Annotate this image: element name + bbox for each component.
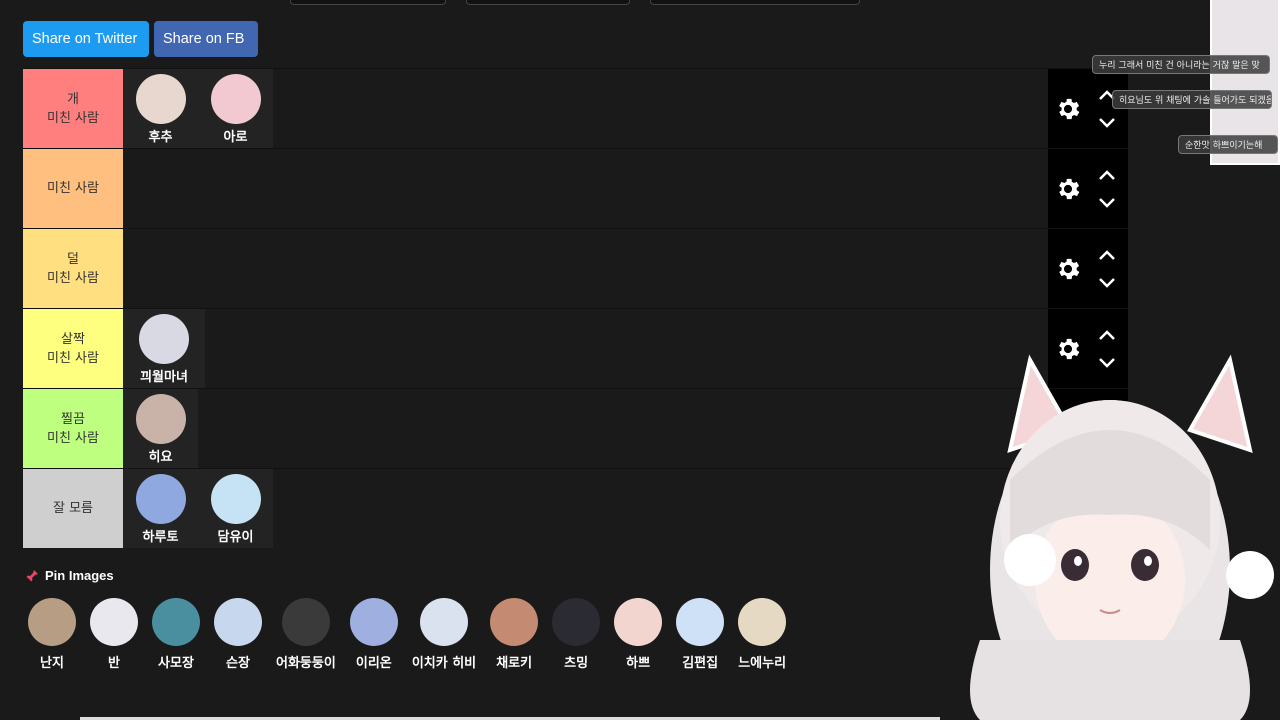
vtuber-avatar-image xyxy=(970,354,1274,720)
chat-overlay: 누리 그래서 미친 건 아니라는 거잖 말은 맞히요님도 위 채팅에 가솔 들어… xyxy=(1090,0,1280,170)
pin-image-name: 이치카 히비 xyxy=(411,656,477,671)
avatar xyxy=(28,598,76,646)
pin-image-item[interactable]: 츠밍 xyxy=(552,598,601,671)
avatar xyxy=(349,598,398,646)
tier-label[interactable]: 찔끔 미친 사람 xyxy=(23,389,123,468)
pin-image-item[interactable]: 슨장 xyxy=(214,598,262,671)
tier-row: 개 미친 사람후추 아로 xyxy=(23,68,1128,148)
avatar xyxy=(135,74,186,124)
pin-image-name: 하쁘 xyxy=(626,656,651,671)
share-fb-button[interactable]: Share on FB xyxy=(154,21,258,57)
avatar xyxy=(214,598,262,646)
avatar xyxy=(90,598,138,646)
pin-image-name: 어화둥둥이 xyxy=(276,656,336,671)
tier-drop-zone[interactable]: 히요 xyxy=(123,389,1048,468)
chat-message: 누리 그래서 미친 건 아니라는 거잖 말은 맞 xyxy=(1092,55,1270,74)
pin-image-name: 난지 xyxy=(40,656,64,671)
gear-icon[interactable] xyxy=(1054,255,1082,283)
avatar xyxy=(614,598,663,646)
pin-image-item[interactable]: 느에누리 xyxy=(738,598,787,671)
tier-item-name: 후추 xyxy=(148,130,173,145)
top-tab[interactable] xyxy=(290,0,446,5)
top-tab[interactable] xyxy=(650,0,860,5)
tier-item-name: 담유이 xyxy=(217,530,254,545)
chevron-down-icon[interactable] xyxy=(1098,277,1116,289)
tier-row: 미친 사람 xyxy=(23,148,1128,228)
tier-item-name: 아로 xyxy=(223,130,248,145)
gear-icon[interactable] xyxy=(1054,95,1082,123)
tier-item[interactable]: 끠월마녀 xyxy=(123,309,205,388)
tier-drop-zone[interactable]: 후추 아로 xyxy=(123,69,1048,148)
chevron-down-icon[interactable] xyxy=(1098,197,1116,209)
pin-image-name: 이리온 xyxy=(355,656,392,671)
pin-image-item[interactable]: 난지 xyxy=(28,598,76,671)
tier-row: 덜 미친 사람 xyxy=(23,228,1128,308)
pin-image-item[interactable]: 이리온 xyxy=(349,598,398,671)
chat-message: 순한맛 하쁘이기는해 xyxy=(1178,135,1278,154)
pin-image-name: 김편집 xyxy=(682,656,719,671)
share-twitter-button[interactable]: Share on Twitter xyxy=(23,21,149,57)
tier-label[interactable]: 개 미친 사람 xyxy=(23,69,123,148)
tier-item-name: 끠월마녀 xyxy=(140,370,188,385)
avatar xyxy=(152,598,200,646)
pin-image-name: 슨장 xyxy=(226,656,250,671)
tier-label[interactable]: 덜 미친 사람 xyxy=(23,229,123,308)
pin-image-item[interactable]: 이치카 히비 xyxy=(412,598,476,671)
pin-image-item[interactable]: 김편집 xyxy=(676,598,725,671)
pin-images-title: Pin Images xyxy=(45,568,114,583)
tier-label[interactable]: 잘 모름 xyxy=(23,469,123,548)
avatar xyxy=(419,598,468,646)
tier-label[interactable]: 미친 사람 xyxy=(23,149,123,228)
avatar xyxy=(738,598,787,646)
pin-image-item[interactable]: 사모장 xyxy=(152,598,200,671)
chat-message: 히요님도 위 채팅에 가솔 들어가도 되겠음 xyxy=(1112,90,1272,109)
avatar xyxy=(139,314,189,364)
avatar xyxy=(676,598,725,646)
avatar xyxy=(281,598,330,646)
gear-icon[interactable] xyxy=(1054,175,1082,203)
pin-image-name: 반 xyxy=(108,656,120,671)
pin-image-item[interactable]: 하쁘 xyxy=(614,598,663,671)
avatar xyxy=(210,474,261,524)
chevron-up-icon[interactable] xyxy=(1098,249,1116,261)
avatar xyxy=(135,474,186,524)
pin-image-name: 채로키 xyxy=(496,656,533,671)
avatar xyxy=(210,74,261,124)
tier-drop-zone[interactable]: 하루토 담유이 xyxy=(123,469,1048,548)
pin-image-name: 츠밍 xyxy=(564,656,589,671)
pin-icon xyxy=(26,569,38,582)
tier-item[interactable]: 하루토 xyxy=(123,469,198,548)
tier-label[interactable]: 살짝 미친 사람 xyxy=(23,309,123,388)
chevron-up-icon[interactable] xyxy=(1098,169,1116,181)
tier-controls xyxy=(1048,229,1128,308)
avatar xyxy=(552,598,601,646)
pin-image-item[interactable]: 채로키 xyxy=(490,598,539,671)
tier-item[interactable]: 히요 xyxy=(123,389,198,468)
pin-images-header: Pin Images xyxy=(25,568,114,583)
tier-drop-zone[interactable]: 끠월마녀 xyxy=(123,309,1048,388)
share-buttons: Share on Twitter Share on FB xyxy=(23,21,258,57)
pin-image-name: 느에누리 xyxy=(738,656,787,671)
pin-image-item[interactable]: 반 xyxy=(90,598,138,671)
tier-drop-zone[interactable] xyxy=(123,229,1048,308)
pin-images-pool: 난지 반 사모장 슨장 어화둥둥이 이리온 이치카 히비 채로키 츠밍 하쁘 김편집 느에누리 xyxy=(28,598,800,671)
avatar xyxy=(490,598,539,646)
tier-item[interactable]: 후추 xyxy=(123,69,198,148)
tier-item[interactable]: 아로 xyxy=(198,69,273,148)
pin-image-name: 사모장 xyxy=(158,656,194,671)
top-tab[interactable] xyxy=(466,0,630,5)
top-tab-strip xyxy=(290,0,860,5)
pin-image-item[interactable]: 어화둥둥이 xyxy=(276,598,336,671)
tier-item-name: 하루토 xyxy=(142,530,179,545)
avatar xyxy=(135,394,186,444)
tier-item-name: 히요 xyxy=(148,450,173,465)
tier-drop-zone[interactable] xyxy=(123,149,1048,228)
tier-item[interactable]: 담유이 xyxy=(198,469,273,548)
